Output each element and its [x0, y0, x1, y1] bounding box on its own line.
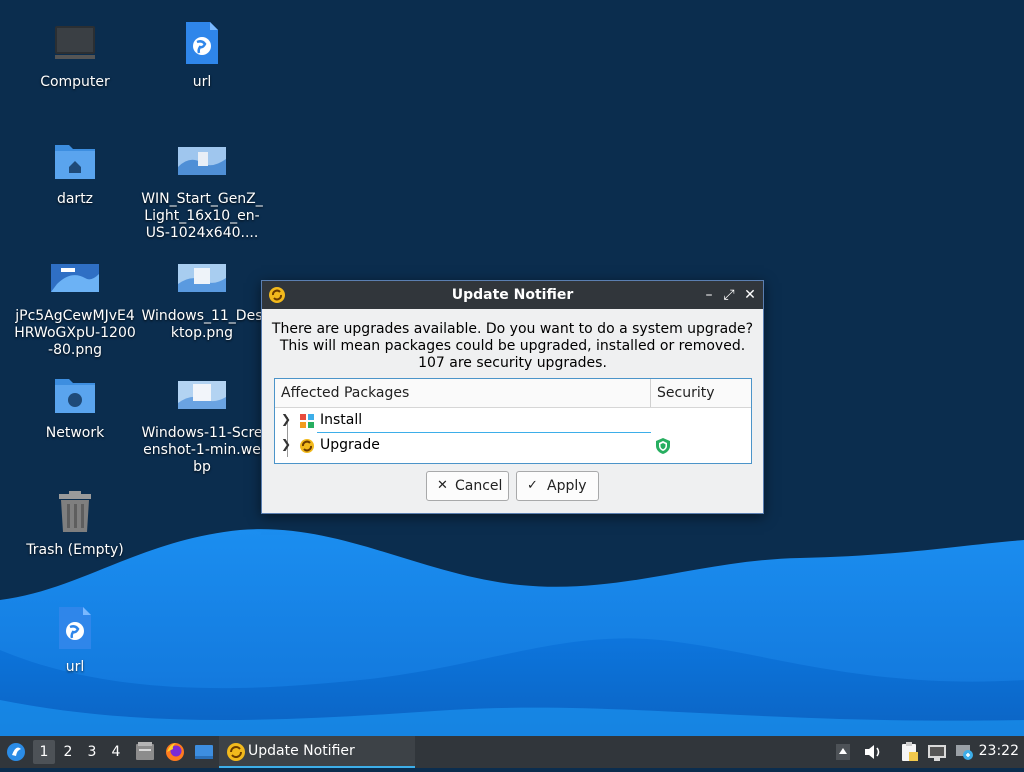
cancel-x-icon: ✕ [437, 478, 448, 493]
affected-packages-tree[interactable]: Affected Packages Security ❯ Install ❯ U… [274, 378, 752, 464]
lubuntu-logo-icon [7, 743, 25, 761]
volume-icon[interactable] [862, 736, 884, 768]
desktop-icon-windows11-desktop-image[interactable]: Windows_11_Desktop.png [137, 254, 267, 342]
message-line: 107 are security upgrades. [418, 355, 607, 371]
desktop-icon-label: url [65, 659, 85, 675]
update-notifier-dialog: Update Notifier – ⤢ ✕ There are upgrades… [261, 280, 764, 514]
cancel-button-label: Cancel [455, 478, 503, 494]
image-thumbnail-icon [178, 371, 226, 419]
workspace-4[interactable]: 4 [105, 740, 127, 764]
apply-button[interactable]: ✓ Apply [516, 471, 599, 501]
close-icon[interactable]: ✕ [741, 286, 759, 304]
network-status-icon[interactable] [926, 736, 948, 768]
firefox-launcher-icon[interactable] [164, 736, 186, 768]
desktop-icon-label: url [192, 74, 212, 90]
desktop-icon-label: Windows_11_Desktop.png [141, 308, 263, 341]
dialog-message: There are upgrades available. Do you wan… [262, 321, 763, 372]
image-thumbnail-icon [178, 254, 226, 302]
tray-arrow-icon[interactable] [834, 736, 852, 768]
desktop-icon-windows11-screenshot[interactable]: Windows-11-Screenshot-1-min.webp [137, 371, 267, 476]
message-line: This will mean packages could be upgrade… [279, 338, 746, 354]
dialog-title: Update Notifier [451, 287, 574, 303]
desktop-icon-trash[interactable]: Trash (Empty) [10, 488, 140, 559]
update-notifier-logo-icon [226, 742, 246, 762]
dialog-titlebar[interactable]: Update Notifier – ⤢ ✕ [262, 281, 763, 309]
show-desktop-icon[interactable] [193, 736, 215, 768]
desktop-icon-win-start-image[interactable]: WIN_Start_GenZ_Light_16x10_en-US-1024x64… [137, 137, 267, 242]
desktop-icon-label: WIN_Start_GenZ_Light_16x10_en-US-1024x64… [141, 191, 263, 241]
workspace-2[interactable]: 2 [57, 740, 79, 764]
desktop-icon-computer[interactable]: Computer [10, 20, 140, 91]
checkmark-icon: ✓ [527, 478, 538, 493]
desktop-icon-jpc5-image[interactable]: jPc5AgCewMJvE4HRWoGXpU-1200-80.png [10, 254, 140, 359]
desktop-icon-network[interactable]: Network [10, 371, 140, 442]
cancel-button[interactable]: ✕ Cancel [426, 471, 509, 501]
computer-icon [51, 20, 99, 68]
clock[interactable]: 23:22 [979, 743, 1019, 759]
desktop-icon-url[interactable]: url [137, 20, 267, 91]
desktop-icon-dartz[interactable]: dartz [10, 137, 140, 208]
tree-row-label: Upgrade [320, 437, 380, 453]
taskbar: 1 2 3 4 Update Notifier 23:22 [0, 736, 1024, 768]
web-link-file-icon [51, 605, 99, 653]
desktop-icon-label: dartz [56, 191, 94, 207]
update-available-icon[interactable] [953, 736, 975, 768]
trash-icon [51, 488, 99, 536]
clipboard-icon[interactable] [898, 736, 920, 768]
expand-arrow-icon[interactable]: ❯ [281, 412, 293, 426]
desktop-icon-label: Trash (Empty) [26, 542, 124, 558]
file-manager-launcher-icon[interactable] [134, 736, 156, 768]
expand-arrow-icon[interactable]: ❯ [281, 437, 293, 451]
install-packages-icon [299, 413, 315, 429]
task-label: Update Notifier [248, 743, 355, 759]
desktop-icon-label: Computer [40, 74, 110, 90]
desktop-icon-label: jPc5AgCewMJvE4HRWoGXpU-1200-80.png [14, 308, 136, 358]
tree-row-label: Install [320, 412, 363, 428]
apply-button-label: Apply [547, 478, 587, 494]
desktop-icon-url-2[interactable]: url [10, 605, 140, 676]
home-folder-icon [51, 137, 99, 185]
taskbar-task-update-notifier[interactable]: Update Notifier [219, 736, 415, 768]
column-header-security[interactable]: Security [657, 385, 715, 401]
image-thumbnail-icon [178, 137, 226, 185]
workspace-3[interactable]: 3 [81, 740, 103, 764]
desktop-icon-label: Network [45, 425, 105, 441]
maximize-icon[interactable]: ⤢ [720, 286, 738, 304]
tree-row-install[interactable]: ❯ Install [275, 409, 751, 433]
security-shield-icon [655, 437, 671, 455]
upgrade-packages-icon [299, 438, 315, 454]
tree-row-upgrade[interactable]: ❯ Upgrade [275, 434, 751, 458]
message-line: There are upgrades available. Do you wan… [271, 321, 754, 337]
web-link-file-icon [178, 20, 226, 68]
tree-header: Affected Packages Security [275, 379, 751, 408]
column-header-packages[interactable]: Affected Packages [281, 385, 409, 401]
image-thumbnail-icon [51, 254, 99, 302]
network-folder-icon [51, 371, 99, 419]
start-menu-button[interactable] [4, 736, 28, 768]
minimize-icon[interactable]: – [700, 286, 718, 304]
workspace-1[interactable]: 1 [33, 740, 55, 764]
desktop-icon-label: Windows-11-Screenshot-1-min.webp [141, 425, 263, 475]
